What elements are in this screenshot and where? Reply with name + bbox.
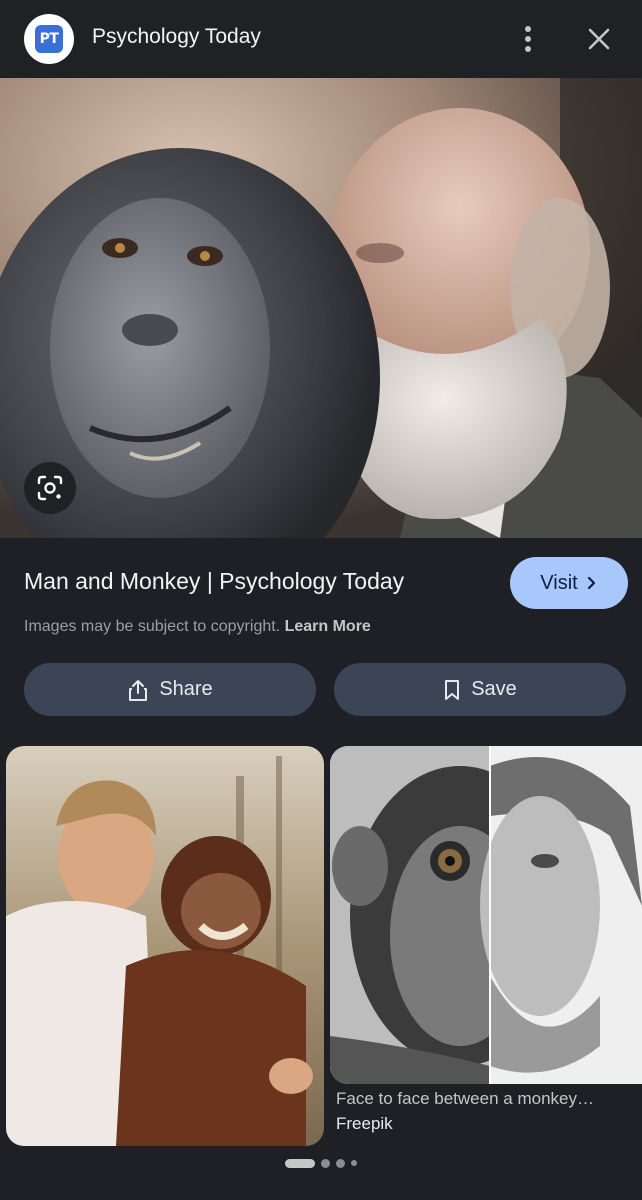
more-options-button[interactable]	[512, 22, 544, 56]
close-icon	[588, 28, 610, 50]
more-vert-icon	[525, 26, 531, 52]
share-button[interactable]: Share	[24, 663, 316, 716]
site-logo-badge: PT	[35, 25, 63, 53]
lens-search-button[interactable]	[24, 462, 76, 514]
close-button[interactable]	[582, 22, 616, 56]
related-image-card[interactable]	[330, 746, 642, 1084]
carousel-dot-active	[285, 1158, 315, 1168]
related-image-monkey-man-face	[330, 746, 642, 1084]
save-button[interactable]: Save	[334, 663, 626, 716]
visit-label: Visit	[540, 571, 578, 594]
learn-more-link[interactable]: Learn More	[285, 618, 371, 635]
site-name[interactable]: Psychology Today	[92, 25, 261, 49]
image-title[interactable]: Man and Monkey | Psychology Today	[24, 568, 404, 595]
share-icon	[129, 679, 148, 701]
site-logo[interactable]: PT	[24, 14, 74, 64]
image-viewer: PT Psychology Today Man and Monkey | Psy…	[0, 0, 642, 1200]
carousel-dot	[321, 1158, 330, 1168]
share-label: Share	[159, 678, 213, 700]
main-image-illustration	[0, 78, 642, 538]
related-source[interactable]: Freepik	[336, 1114, 393, 1134]
visit-button[interactable]: Visit	[510, 557, 628, 609]
main-image[interactable]	[0, 78, 642, 538]
copyright-notice: Images may be subject to copyright. Lear…	[24, 618, 371, 636]
related-image-card[interactable]	[6, 746, 324, 1146]
bookmark-icon	[445, 679, 460, 700]
carousel-dot	[336, 1158, 345, 1168]
chevron-right-icon	[587, 576, 595, 590]
copyright-text: Images may be subject to copyright.	[24, 618, 281, 635]
lens-icon	[37, 475, 63, 501]
carousel-indicator	[0, 1156, 642, 1170]
related-caption[interactable]: Face to face between a monkey…	[336, 1089, 636, 1109]
carousel-dot	[351, 1160, 357, 1166]
save-label: Save	[471, 678, 517, 700]
top-bar: PT Psychology Today	[0, 0, 642, 78]
related-image-man-orangutan	[6, 746, 324, 1146]
